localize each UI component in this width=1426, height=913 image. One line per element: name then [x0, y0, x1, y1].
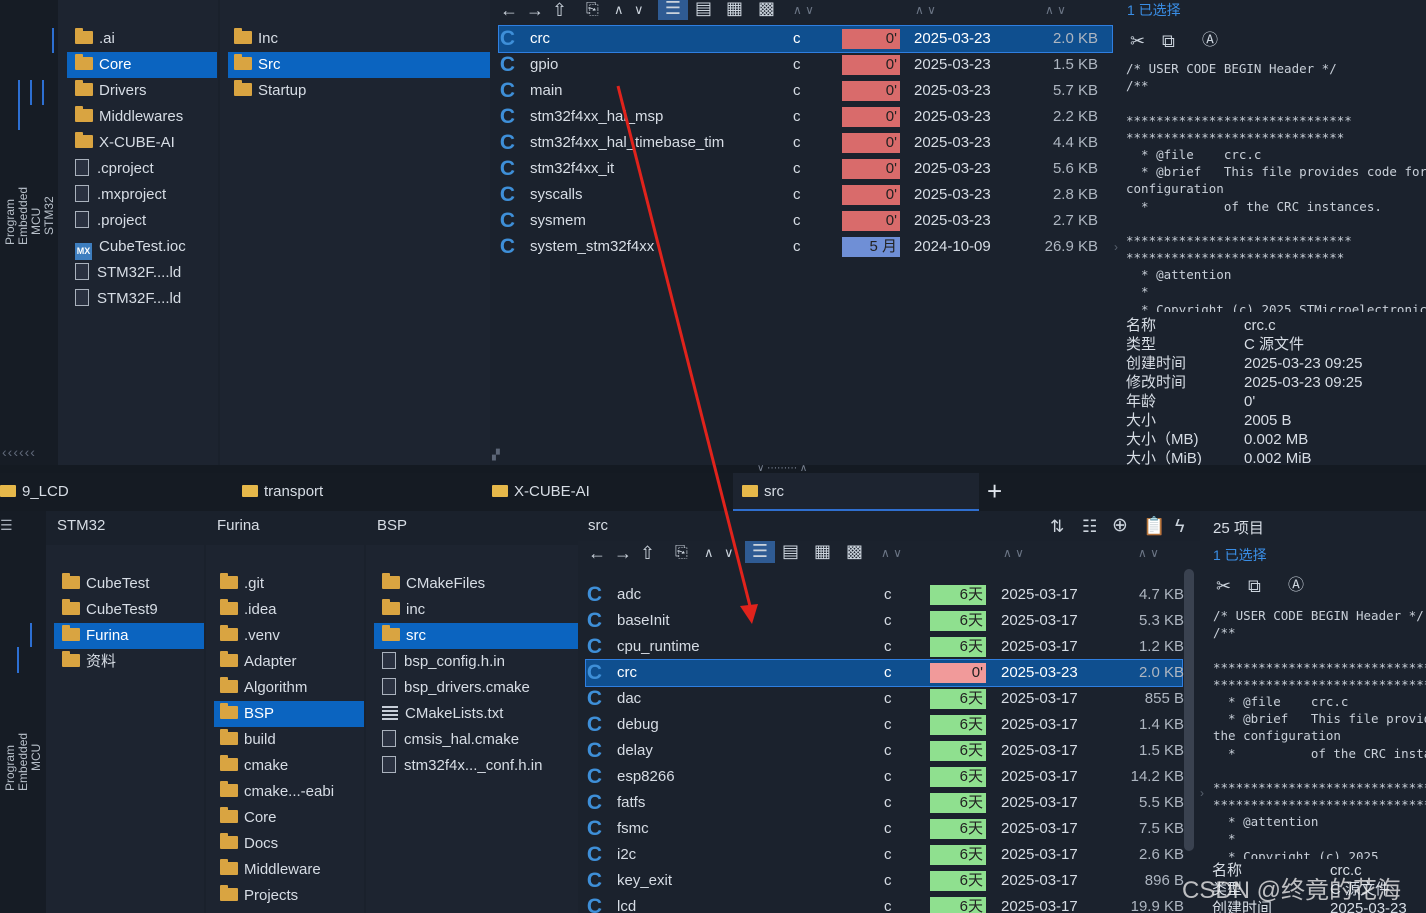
- annotation-arrow: [616, 85, 758, 624]
- watermark: CSDN @终竟的花海: [1182, 877, 1402, 904]
